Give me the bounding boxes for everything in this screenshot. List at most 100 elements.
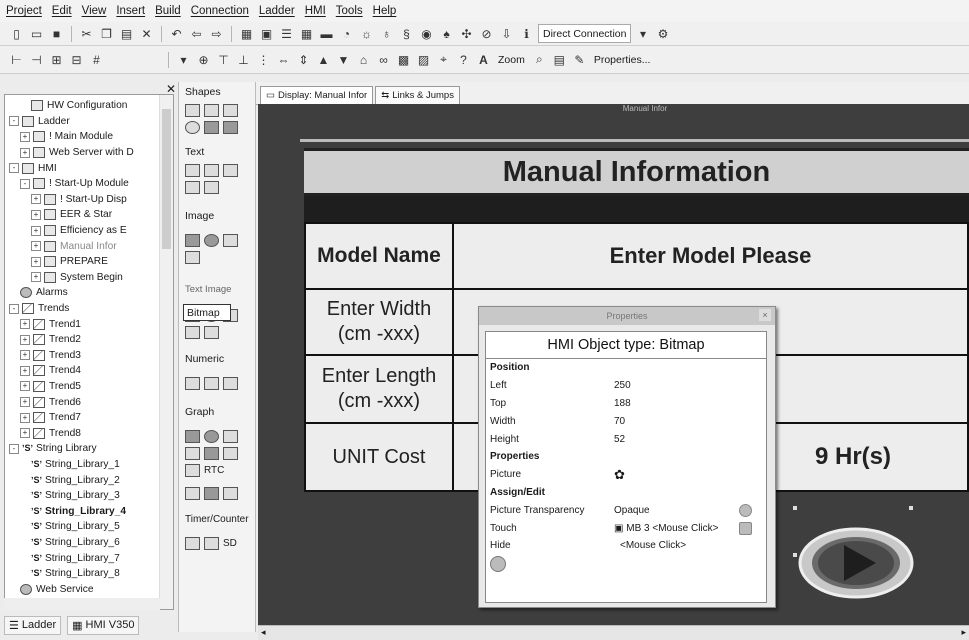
picture-thumbnail-icon[interactable]: ✿ bbox=[614, 467, 625, 483]
graph-header[interactable]: Graph bbox=[179, 402, 255, 422]
level-icon[interactable] bbox=[223, 447, 238, 460]
back-icon[interactable]: ⇦ bbox=[188, 25, 205, 42]
selection-handle[interactable] bbox=[909, 506, 913, 510]
expand-icon[interactable]: + bbox=[20, 428, 30, 439]
string-text-icon[interactable] bbox=[204, 181, 219, 194]
tree-item[interactable]: + Manual Infor bbox=[5, 238, 173, 254]
undo-icon[interactable]: ↶ bbox=[168, 25, 185, 42]
tree-scrollbar[interactable] bbox=[159, 95, 173, 609]
menu-project[interactable]: Project bbox=[6, 5, 42, 17]
hash-grid-icon[interactable]: # bbox=[88, 51, 105, 68]
find-icon[interactable]: ♠ bbox=[438, 25, 455, 42]
image-list-icon[interactable] bbox=[204, 234, 219, 247]
model-name-input[interactable]: Enter Model Please bbox=[452, 222, 969, 290]
expand-icon[interactable]: + bbox=[20, 412, 30, 423]
tree-item[interactable]: + Web Server with D bbox=[5, 145, 173, 161]
tab-display-manual-infor[interactable]: ▭ Display: Manual Infor bbox=[260, 86, 374, 104]
tab-links-jumps[interactable]: ⇆ Links & Jumps bbox=[375, 86, 460, 104]
wizard-icon[interactable]: ☼ bbox=[358, 25, 375, 42]
image-var-icon[interactable] bbox=[223, 234, 238, 247]
menu-insert[interactable]: Insert bbox=[116, 5, 145, 17]
expand-icon[interactable]: + bbox=[20, 350, 30, 361]
text-image-header[interactable]: Text Image bbox=[179, 280, 255, 299]
numeric-text-icon[interactable] bbox=[185, 181, 200, 194]
tab-hmi[interactable]: ▦ HMI V350 bbox=[67, 615, 140, 635]
ellipse-shape-icon[interactable] bbox=[185, 121, 200, 134]
image-header[interactable]: Image bbox=[179, 206, 255, 226]
selection-handle[interactable] bbox=[793, 553, 797, 557]
tree-item[interactable]: + ! Start-Up Disp bbox=[5, 192, 173, 208]
text-box-icon[interactable] bbox=[185, 164, 200, 177]
text-image-box-icon[interactable] bbox=[204, 326, 219, 339]
info-icon[interactable]: ℹ bbox=[518, 25, 535, 42]
meter-icon[interactable] bbox=[223, 430, 238, 443]
line-shape-icon[interactable] bbox=[185, 104, 200, 117]
ungroup-icon[interactable]: ⊟ bbox=[68, 51, 85, 68]
delete-icon[interactable]: ✕ bbox=[138, 25, 155, 42]
expand-icon[interactable]: + bbox=[20, 365, 30, 376]
ladder-tool-icon[interactable]: ▦ bbox=[238, 25, 255, 42]
tab-ladder[interactable]: ☰ Ladder bbox=[4, 615, 62, 635]
text-list-icon[interactable] bbox=[204, 164, 219, 177]
properties-titlebar[interactable]: Properties × bbox=[479, 307, 775, 325]
menu-edit[interactable]: Edit bbox=[52, 5, 72, 17]
object-info-icon[interactable] bbox=[490, 555, 506, 572]
tree-item[interactable]: + Trend1 bbox=[5, 316, 173, 332]
image-extra-icon[interactable] bbox=[185, 251, 200, 264]
scroll-left-icon[interactable]: ◂ bbox=[261, 627, 266, 638]
height-value[interactable]: 52 bbox=[614, 434, 625, 445]
eraser-icon[interactable] bbox=[739, 521, 752, 535]
text-image-extra-icon[interactable] bbox=[185, 326, 200, 339]
tree-item[interactable]: - HMI bbox=[5, 160, 173, 176]
expand-icon[interactable]: + bbox=[31, 272, 41, 283]
tree-horizontal-scrollbar[interactable] bbox=[4, 598, 160, 610]
new-file-icon[interactable]: ▯ bbox=[8, 25, 25, 42]
layer-icon[interactable]: ⊕ bbox=[195, 51, 212, 68]
expand-icon[interactable]: + bbox=[31, 256, 41, 267]
order-icon[interactable]: ⇕ bbox=[295, 51, 312, 68]
color-icon[interactable]: ▾ bbox=[175, 51, 192, 68]
transparency-value[interactable]: Opaque bbox=[614, 505, 650, 516]
menu-hmi[interactable]: HMI bbox=[305, 5, 326, 17]
filled-rect-icon[interactable] bbox=[204, 121, 219, 134]
menu-view[interactable]: View bbox=[82, 5, 107, 17]
rtc-label[interactable]: RTC bbox=[204, 465, 224, 476]
pin-icon[interactable]: ⌖ bbox=[435, 51, 452, 68]
string-icon[interactable]: § bbox=[398, 25, 415, 42]
image-tool-icon[interactable]: ▩ bbox=[395, 51, 412, 68]
rectangle-shape-icon[interactable] bbox=[204, 104, 219, 117]
tree-item[interactable]: - Trends bbox=[5, 301, 173, 317]
align-left-icon[interactable]: ⊢ bbox=[8, 51, 25, 68]
tree-item[interactable]: Web Service bbox=[5, 581, 173, 597]
expand-icon[interactable]: + bbox=[20, 131, 30, 142]
tree-scroll-thumb[interactable] bbox=[162, 109, 171, 249]
bar-graph-icon[interactable] bbox=[185, 430, 200, 443]
bar-icon[interactable] bbox=[204, 447, 219, 460]
transparency-edit-icon[interactable] bbox=[739, 503, 752, 517]
counter-icon[interactable] bbox=[204, 537, 219, 550]
expand-icon[interactable]: + bbox=[20, 319, 30, 330]
zoom-icon[interactable]: ⌕ bbox=[531, 51, 548, 68]
send-back-icon[interactable]: ▼ bbox=[335, 51, 352, 68]
tree-item[interactable]: ʼSʼ String_Library_2 bbox=[5, 472, 173, 488]
menu-ladder[interactable]: Ladder bbox=[259, 5, 295, 17]
tree-item[interactable]: + PREPARE bbox=[5, 254, 173, 270]
grid-icon[interactable]: ▦ bbox=[298, 25, 315, 42]
numeric-icon[interactable] bbox=[185, 377, 200, 390]
table-icon[interactable]: ☰ bbox=[278, 25, 295, 42]
prop-left-row[interactable]: Left 250 bbox=[486, 377, 766, 395]
bulb-icon[interactable]: ♁ bbox=[378, 25, 395, 42]
expand-icon[interactable]: + bbox=[31, 225, 41, 236]
tree-item[interactable]: ʼSʼ String_Library_1 bbox=[5, 457, 173, 473]
bring-front-icon[interactable]: ▲ bbox=[315, 51, 332, 68]
hide-value[interactable]: <Mouse Click> bbox=[620, 540, 686, 551]
print-icon[interactable]: ▤ bbox=[551, 51, 568, 68]
expand-icon[interactable]: + bbox=[31, 194, 41, 205]
top-value[interactable]: 188 bbox=[614, 398, 631, 409]
distribute-icon[interactable]: ⋮ bbox=[255, 51, 272, 68]
prop-touch-row[interactable]: Touch ▣ MB 3 <Mouse Click> bbox=[486, 519, 766, 537]
tree-item[interactable]: + Efficiency as E bbox=[5, 223, 173, 239]
collapse-icon[interactable]: - bbox=[9, 303, 19, 314]
tree-item[interactable]: + Trend8 bbox=[5, 425, 173, 441]
scroll-right-icon[interactable]: ▸ bbox=[961, 627, 966, 638]
